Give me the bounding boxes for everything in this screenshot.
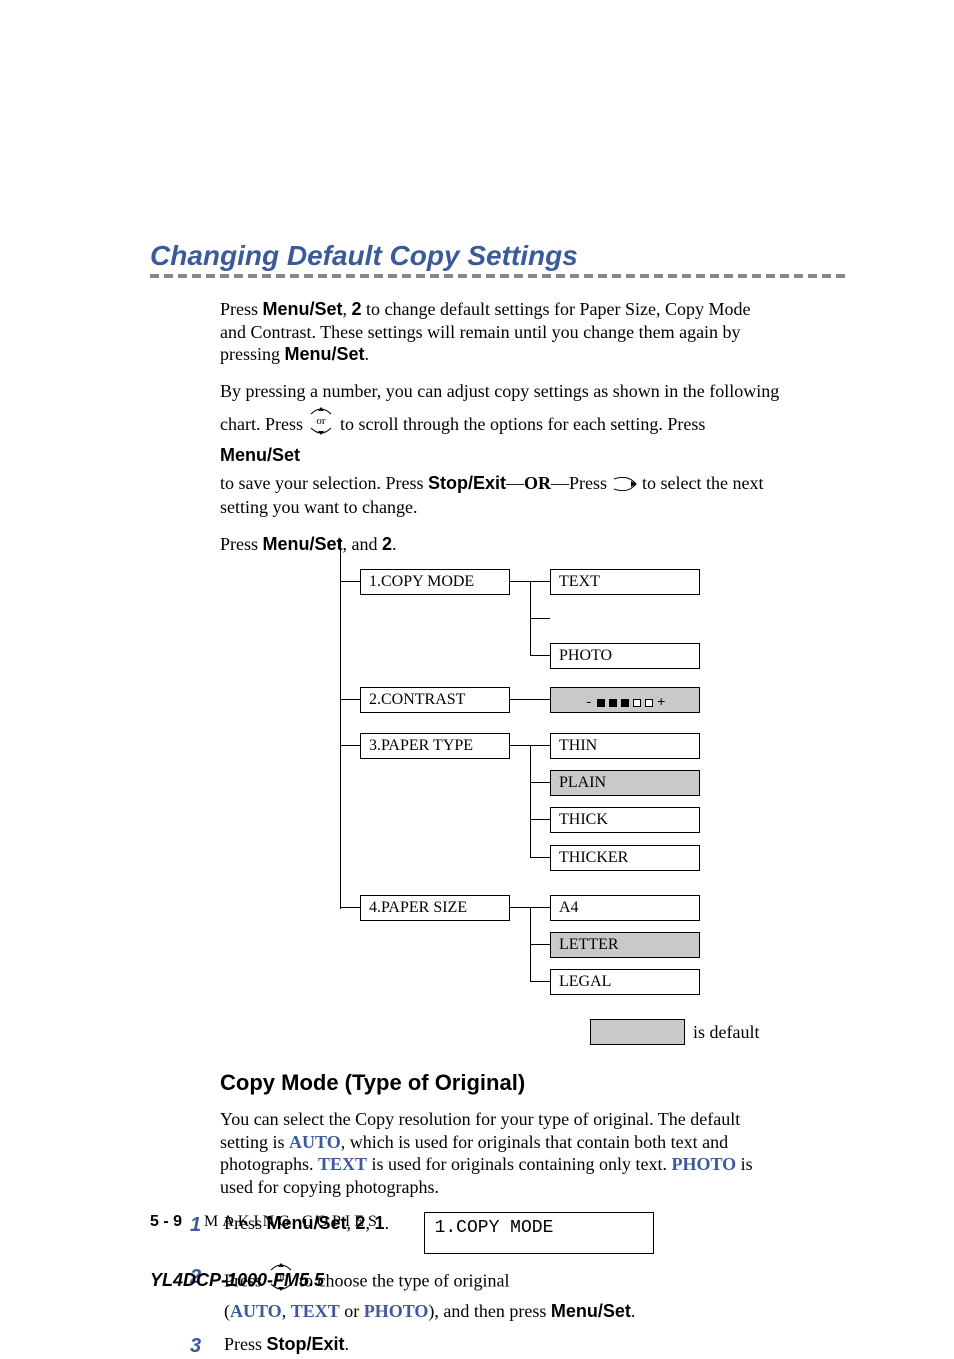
- up-down-or-icon: or: [307, 406, 335, 442]
- node-a4: A4: [550, 895, 700, 921]
- node-thin: THIN: [550, 733, 700, 759]
- right-arrow-icon: [612, 474, 638, 497]
- node-thick: THICK: [550, 807, 700, 833]
- node-copy-mode: 1.COPY MODE: [360, 569, 510, 595]
- node-text: TEXT: [550, 569, 700, 595]
- main-heading: Changing Default Copy Settings: [150, 240, 864, 272]
- node-plain: PLAIN: [550, 770, 700, 796]
- heading-dotted-rule: [150, 274, 864, 278]
- node-paper-size: 4.PAPER SIZE: [360, 895, 510, 921]
- lcd-display: 1.COPY MODE: [424, 1212, 654, 1253]
- node-legal: LEGAL: [550, 969, 700, 995]
- page-footer: 5 - 9 MAKING COPIES: [150, 1213, 381, 1231]
- step-3: 3 Press Stop/Exit.: [190, 1333, 780, 1359]
- node-contrast: 2.CONTRAST: [360, 687, 510, 713]
- node-letter: LETTER: [550, 932, 700, 958]
- body-content: Press Menu/Set, 2 to change default sett…: [220, 298, 780, 1359]
- intro-paragraph-4: to save your selection. Press Stop/Exit—…: [220, 472, 780, 519]
- node-photo: PHOTO: [550, 643, 700, 669]
- sub-paragraph: You can select the Copy resolution for y…: [220, 1108, 780, 1198]
- page-number: 5 - 9: [150, 1213, 182, 1230]
- section-name: MAKING COPIES: [204, 1213, 381, 1230]
- legend-swatch: [590, 1019, 685, 1045]
- step-number-3: 3: [190, 1333, 210, 1359]
- legend-text: is default: [693, 1022, 759, 1043]
- legend-default: is default: [590, 1019, 954, 1045]
- intro-paragraph-2: By pressing a number, you can adjust cop…: [220, 380, 780, 403]
- node-paper-type: 3.PAPER TYPE: [360, 733, 510, 759]
- model-footer: YL4DCP-1000-FM5.5: [150, 1270, 324, 1291]
- node-thicker: THICKER: [550, 845, 700, 871]
- intro-paragraph-5: Press Menu/Set, and 2.: [220, 533, 780, 556]
- settings-tree-diagram: 1.COPY MODE AUTO TEXT PHOTO 2.CONTRAST -…: [340, 569, 780, 989]
- intro-paragraph-3: chart. Press or to scroll through the op…: [220, 408, 780, 466]
- node-contrast-bar: - +: [550, 687, 700, 713]
- svg-text:or: or: [317, 415, 327, 427]
- intro-paragraph-1: Press Menu/Set, 2 to change default sett…: [220, 298, 780, 366]
- sub-heading-copy-mode: Copy Mode (Type of Original): [220, 1070, 780, 1096]
